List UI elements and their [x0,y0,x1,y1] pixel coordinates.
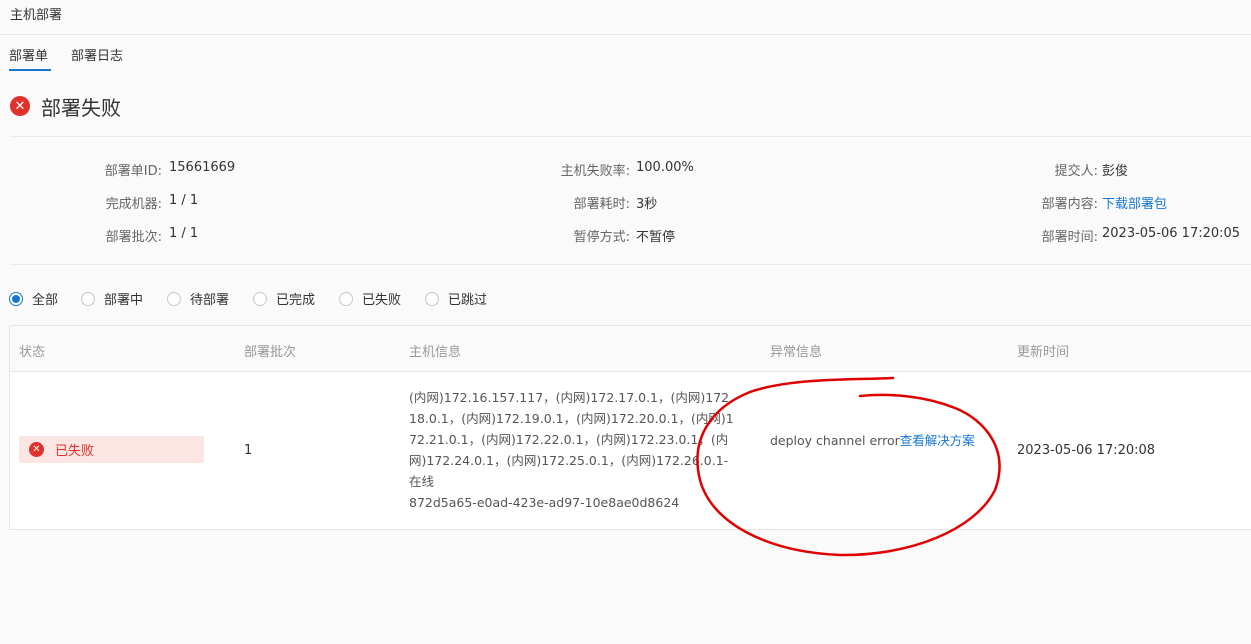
page-title: 主机部署 [10,8,63,23]
filter-label: 部署中 [104,293,144,308]
column-header-host-info: 主机信息 [409,345,462,360]
submitter-label: 提交人: [1054,164,1098,179]
batch-cell: 1 [244,443,253,458]
order-id-value: 15661669 [169,160,236,175]
content-label: 部署内容: [1041,197,1098,212]
filter-deploying[interactable]: 部署中 [81,289,143,308]
submitter-value: 彭俊 [1102,164,1129,179]
order-id-label: 部署单ID: [104,164,162,179]
radio-icon[interactable] [253,291,267,306]
radio-icon[interactable] [81,291,95,306]
radio-checked-icon[interactable] [9,291,23,306]
filter-label: 已完成 [276,293,316,308]
filter-label: 已跳过 [448,293,488,308]
pause-label: 暂停方式: [573,230,630,245]
tab-deploy-order[interactable]: 部署单 [9,45,48,64]
deploy-status-title: 部署失败 [41,95,121,120]
error-cell: deploy channel error查看解决方案 [770,430,980,452]
filter-skipped[interactable]: 已跳过 [425,289,487,308]
view-solution-link[interactable]: 查看解决方案 [900,433,975,448]
table-header: 状态 部署批次 主机信息 异常信息 更新时间 [10,326,1251,372]
column-header-updated: 更新时间 [1017,345,1070,360]
deploy-status-header: ✕ 部署失败 [10,92,121,120]
tab-deploy-log[interactable]: 部署日志 [71,45,123,64]
deploy-time-value: 2023-05-06 17:20:05 [1102,226,1241,241]
filter-failed[interactable]: 已失败 [339,289,401,308]
tab-bar: 部署单 部署日志 [0,35,1251,75]
host-ip-list: (内网)172.16.157.117，(内网)172.17.0.1，(内网)17… [409,390,734,489]
top-bar: 主机部署 [0,0,1251,35]
close-circle-icon: ✕ [29,442,44,457]
fail-rate-value: 100.00% [636,160,694,175]
status-badge: ✕ 已失败 [19,436,204,463]
filter-all[interactable]: 全部 [9,289,58,308]
duration-label: 部署耗时: [573,197,630,212]
column-header-status: 状态 [19,345,46,360]
divider [10,136,1251,137]
radio-icon[interactable] [339,291,353,306]
active-tab-indicator [9,69,51,71]
filter-label: 全部 [32,293,59,308]
machines-label: 完成机器: [105,197,162,212]
pause-value: 不暂停 [636,230,676,245]
filter-completed[interactable]: 已完成 [253,289,315,308]
radio-icon[interactable] [167,291,181,306]
batch-label: 部署批次: [105,230,162,245]
error-message: deploy channel error [770,433,900,448]
host-info-cell: (内网)172.16.157.117，(内网)172.17.0.1，(内网)17… [409,387,734,513]
download-package-link[interactable]: 下载部署包 [1102,193,1167,212]
filter-pending[interactable]: 待部署 [167,289,229,308]
host-id: 872d5a65-e0ad-423e-ad97-10e8ae0d8624 [409,495,680,510]
filter-label: 已失败 [362,293,402,308]
column-header-batch: 部署批次 [244,345,297,360]
radio-icon[interactable] [425,291,439,306]
deploy-time-label: 部署时间: [1041,230,1098,245]
fail-rate-label: 主机失败率: [560,164,630,179]
annotation-circle [696,376,1001,557]
updated-cell: 2023-05-06 17:20:08 [1017,443,1156,458]
status-badge-label: 已失败 [55,444,95,459]
close-circle-icon: ✕ [10,96,30,116]
host-table: 状态 部署批次 主机信息 异常信息 更新时间 ✕ 已失败 1 (内网)172.1… [9,325,1251,530]
filter-label: 待部署 [190,293,230,308]
divider [10,264,1251,265]
machines-value: 1 / 1 [169,193,199,208]
column-header-error: 异常信息 [770,345,823,360]
duration-value: 3秒 [636,197,658,212]
batch-value: 1 / 1 [169,226,199,241]
